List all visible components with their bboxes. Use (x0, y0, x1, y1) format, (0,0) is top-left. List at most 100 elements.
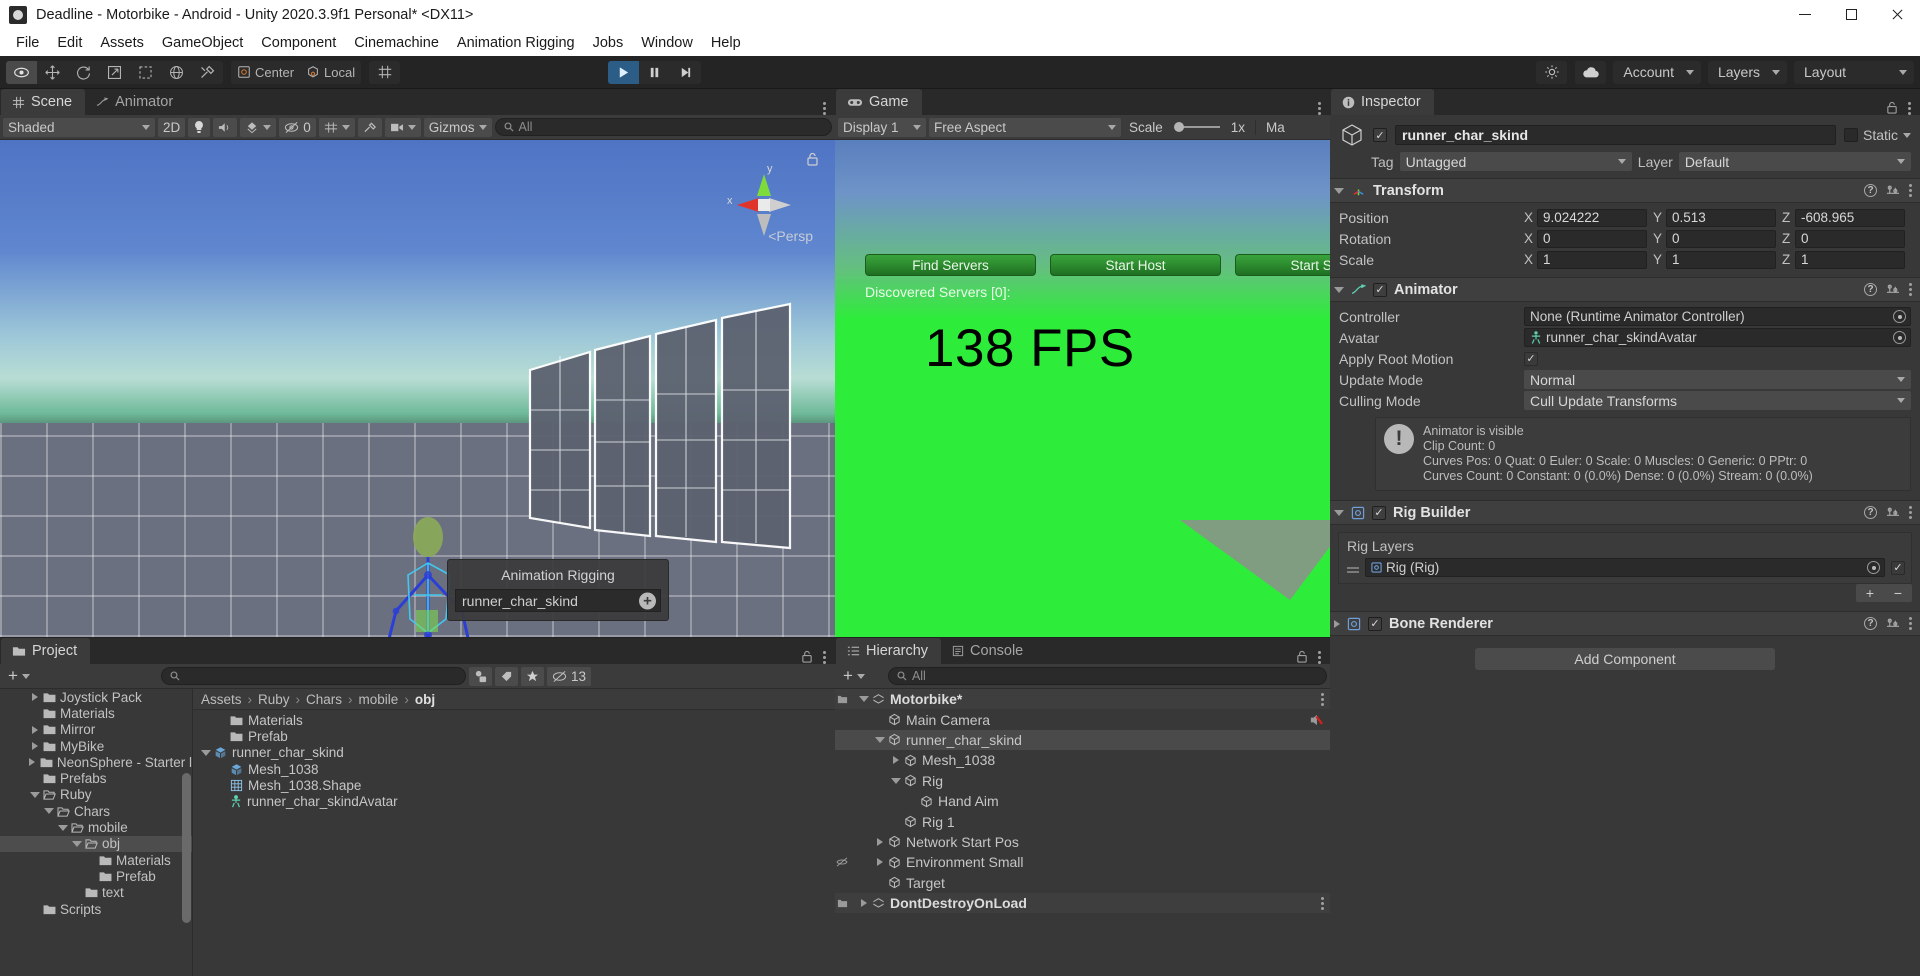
foldout-arrow[interactable] (889, 756, 903, 765)
favorites-button[interactable] (520, 666, 544, 686)
rig-builder-menu-icon[interactable] (1909, 506, 1912, 519)
close-button[interactable] (1874, 0, 1920, 29)
hierarchy-row[interactable]: Mesh_1038 (835, 750, 1330, 770)
lock-icon[interactable] (801, 650, 813, 664)
transform-x-input[interactable]: 1 (1537, 250, 1647, 269)
asset-row[interactable]: runner_char_skind (193, 745, 835, 761)
avatar-object-field[interactable]: runner_char_skindAvatar (1524, 328, 1911, 347)
foldout-arrow[interactable] (28, 742, 42, 751)
hierarchy-create-button[interactable]: + (838, 667, 870, 686)
project-tree-row[interactable]: Chars (0, 803, 192, 819)
transform-z-input[interactable]: -608.965 (1795, 208, 1905, 227)
lock-icon[interactable] (1886, 101, 1898, 115)
transform-x-input[interactable]: 0 (1537, 229, 1647, 248)
hierarchy-row[interactable]: Network Start Pos (835, 832, 1330, 852)
hierarchy-row[interactable]: Main Camera (835, 709, 1330, 729)
static-checkbox[interactable] (1843, 128, 1858, 142)
inspector-menu-icon[interactable] (1908, 101, 1911, 115)
aspect-dropdown[interactable]: Free Aspect (929, 117, 1121, 137)
play-button[interactable] (608, 60, 640, 84)
scale-tool-button[interactable] (99, 61, 130, 84)
move-tool-button[interactable] (37, 61, 68, 84)
project-tree-row[interactable]: Materials (0, 852, 192, 868)
update-mode-dropdown[interactable]: Normal (1524, 370, 1911, 389)
menu-component[interactable]: Component (252, 32, 345, 54)
start-server-button[interactable]: Start Serv (1235, 254, 1330, 276)
minimize-button[interactable] (1782, 0, 1828, 29)
display-dropdown[interactable]: Display 1 (838, 117, 926, 137)
pivot-rotation-button[interactable]: Local (300, 61, 361, 84)
foldout-arrow[interactable] (56, 824, 70, 831)
bone-renderer-enabled-checkbox[interactable]: ✓ (1368, 616, 1382, 631)
foldout-arrow[interactable] (25, 758, 39, 767)
tab-project[interactable]: Project (1, 638, 91, 664)
overlay-object-field[interactable]: runner_char_skind + (455, 589, 661, 612)
menu-file[interactable]: File (7, 32, 48, 54)
scene-lighting-toggle[interactable] (188, 117, 211, 137)
project-tree-row[interactable]: NeonSphere - Starter l (0, 754, 192, 770)
object-picker-icon[interactable] (1893, 331, 1906, 344)
animator-menu-icon[interactable] (1909, 283, 1912, 296)
project-tree-row[interactable]: Prefab (0, 868, 192, 884)
hierarchy-row[interactable]: DontDestroyOnLoad (835, 892, 1330, 914)
lock-icon[interactable] (1296, 650, 1308, 664)
menu-animation-rigging[interactable]: Animation Rigging (448, 32, 584, 54)
hierarchy-row[interactable]: Hand Aim (835, 791, 1330, 811)
foldout-arrow[interactable] (873, 858, 887, 867)
breadcrumb-item[interactable]: obj (415, 692, 435, 707)
scene-camera-dropdown[interactable] (384, 117, 421, 137)
breadcrumb-item[interactable]: Chars (306, 692, 342, 707)
animator-component-header[interactable]: ✓ Animator ? (1330, 277, 1920, 302)
project-tree-row[interactable]: Joystick Pack (0, 689, 192, 705)
hierarchy-row[interactable]: Rig 1 (835, 811, 1330, 831)
asset-row[interactable]: Mesh_1038.Shape (193, 777, 835, 793)
breadcrumb-item[interactable]: Assets (201, 692, 242, 707)
object-name-input[interactable]: runner_char_skind (1395, 125, 1836, 145)
tab-animator[interactable]: Animator (85, 89, 186, 115)
foldout-arrow[interactable] (889, 777, 903, 784)
services-icon-button[interactable] (1536, 61, 1567, 84)
maximize-on-play-button[interactable]: Ma (1261, 118, 1290, 137)
scene-viewport[interactable]: y x <Persp Animation Rigging runner_char… (0, 140, 835, 637)
project-tree-row[interactable]: Scripts (0, 901, 192, 917)
scene-tools-button[interactable] (357, 117, 382, 137)
foldout-arrow[interactable] (42, 808, 56, 815)
asset-row[interactable]: Mesh_1038 (193, 761, 835, 777)
rig-builder-enabled-checkbox[interactable]: ✓ (1372, 505, 1386, 520)
menu-assets[interactable]: Assets (91, 32, 153, 54)
hierarchy-search-input[interactable]: All (887, 667, 1327, 685)
hierarchy-row[interactable]: Rig (835, 771, 1330, 791)
project-tree-row[interactable]: MyBike (0, 738, 192, 754)
project-tree-row[interactable]: Prefabs (0, 770, 192, 786)
rig-layer-object-field[interactable]: Rig (Rig) (1365, 558, 1885, 577)
object-picker-icon[interactable] (1893, 310, 1906, 323)
culling-mode-dropdown[interactable]: Cull Update Transforms (1524, 391, 1911, 410)
menu-jobs[interactable]: Jobs (584, 32, 633, 54)
row-menu-icon[interactable] (1321, 692, 1324, 706)
asset-row[interactable]: Materials (193, 712, 835, 728)
tab-hierarchy[interactable]: Hierarchy (836, 638, 942, 664)
animator-enabled-checkbox[interactable]: ✓ (1373, 282, 1387, 297)
draw-mode-dropdown[interactable]: Shaded (3, 117, 155, 137)
foldout-arrow[interactable] (28, 791, 42, 798)
scene-move-gizmo[interactable] (328, 635, 478, 637)
project-tree-row[interactable]: Ruby (0, 787, 192, 803)
foldout-arrow[interactable] (857, 696, 871, 703)
gizmos-dropdown[interactable]: Gizmos (423, 117, 492, 137)
toggle-2d-button[interactable]: 2D (158, 117, 186, 137)
project-tree-row[interactable]: Materials (0, 705, 192, 721)
hierarchy-row[interactable]: Environment Small (835, 852, 1330, 872)
transform-z-input[interactable]: 1 (1795, 250, 1905, 269)
overlay-add-button[interactable]: + (639, 592, 656, 609)
layers-dropdown[interactable]: Layers (1707, 60, 1787, 84)
pause-button[interactable] (639, 61, 670, 84)
hidden-assets-indicator[interactable]: 13 (546, 666, 591, 686)
asset-row[interactable]: Prefab (193, 728, 835, 744)
cloud-button[interactable] (1575, 61, 1606, 84)
scale-slider[interactable]: Scale 1x (1124, 118, 1250, 137)
chevron-down-icon[interactable] (1903, 132, 1911, 138)
project-create-button[interactable]: + (3, 667, 35, 686)
scene-audio-toggle[interactable] (213, 117, 238, 137)
tag-dropdown[interactable]: Untagged (1399, 152, 1632, 171)
preset-icon[interactable] (1886, 617, 1900, 630)
